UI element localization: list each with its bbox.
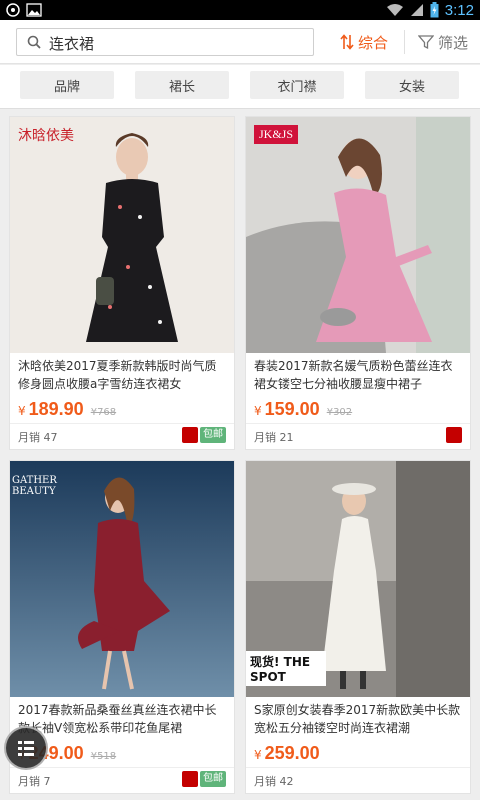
chip-brand[interactable]: 品牌 <box>20 71 114 99</box>
price-row: ¥ 159.00 ¥302 <box>254 399 352 420</box>
wifi-icon <box>386 4 403 16</box>
product-card[interactable]: 现货! THE SPOT S家原创女装春季2017新款欧美中长款宽松五分袖镂空时… <box>245 460 471 794</box>
monthly-sales: 月销 42 <box>254 775 294 788</box>
tmall-cat-icon <box>182 771 198 787</box>
search-icon <box>27 35 41 49</box>
divider <box>10 767 234 768</box>
brand-logo: JK&JS <box>254 125 299 144</box>
list-grid-icon <box>18 741 34 756</box>
product-title: 沐晗依美2017夏季新款韩版时尚气质修身圆点收腰a字雪纺连衣裙女 <box>18 359 217 391</box>
filter-chip-bar: 品牌 裙长 衣门襟 女装 <box>0 65 480 109</box>
product-image[interactable]: 沐晗依美 <box>10 117 234 353</box>
product-card[interactable]: 沐晗依美 沐晗依美2017夏季新款韩版时尚气质修身圆点收腰a字雪纺连衣裙女 ¥ … <box>9 116 235 450</box>
original-price: ¥518 <box>90 751 117 762</box>
free-shipping-badge: 包邮 <box>200 771 226 787</box>
tmall-cat-icon <box>446 427 462 443</box>
chip-placket[interactable]: 衣门襟 <box>250 71 344 99</box>
search-query: 连衣裙 <box>49 35 95 53</box>
chip-skirt-length[interactable]: 裙长 <box>135 71 229 99</box>
product-title: 春装2017新款名媛气质粉色蕾丝连衣裙女镂空七分袖收腰显瘦中裙子 <box>254 359 453 391</box>
sort-arrows-icon <box>340 34 354 50</box>
original-price: ¥302 <box>326 407 353 418</box>
divider <box>10 423 234 424</box>
image-icon <box>26 3 42 17</box>
product-title: S家原创女装春季2017新款欧美中长款宽松五分袖镂空时尚连衣裙潮 <box>254 703 461 735</box>
product-price: 189.90 <box>28 399 84 419</box>
product-card[interactable]: JK&JS 春装2017新款名媛气质粉色蕾丝连衣裙女镂空七分袖收腰显瘦中裙子 ¥… <box>245 116 471 450</box>
divider <box>246 423 470 424</box>
divider <box>404 30 405 54</box>
original-price: ¥768 <box>90 407 117 418</box>
price-row: ¥ 259.00 <box>254 743 320 764</box>
signal-icon <box>410 4 423 16</box>
badge-group <box>446 427 462 443</box>
product-title: 2017春款新品桑蚕丝真丝连衣裙中长款长袖V领宽松系带印花鱼尾裙 <box>18 703 217 735</box>
brand-logo: GATHER BEAUTY <box>12 475 57 497</box>
sort-label: 综合 <box>358 33 389 52</box>
shield-icon <box>6 3 20 17</box>
divider <box>246 767 470 768</box>
currency-symbol: ¥ <box>254 404 262 418</box>
tmall-cat-icon <box>182 427 198 443</box>
currency-symbol: ¥ <box>18 404 26 418</box>
search-header: 连衣裙 综合 筛选 <box>0 20 480 64</box>
badge-group: 包邮 <box>182 427 226 443</box>
promo-label: 现货! THE SPOT <box>246 651 326 686</box>
battery-icon <box>430 2 439 18</box>
clock: 3:12 <box>444 1 474 19</box>
monthly-sales: 月销 47 <box>18 431 58 444</box>
product-image[interactable]: JK&JS <box>246 117 470 353</box>
filter-funnel-icon <box>418 35 434 50</box>
view-toggle-button[interactable] <box>4 726 48 770</box>
search-input[interactable]: 连衣裙 <box>16 28 314 56</box>
filter-label: 筛选 <box>438 33 469 52</box>
badge-group: 包邮 <box>182 771 226 787</box>
price-row: ¥ 189.90 ¥768 <box>18 399 116 420</box>
monthly-sales: 月销 7 <box>18 775 51 788</box>
currency-symbol: ¥ <box>254 748 262 762</box>
monthly-sales: 月销 21 <box>254 431 294 444</box>
status-bar: 3:12 <box>0 0 480 20</box>
free-shipping-badge: 包邮 <box>200 427 226 443</box>
sort-button[interactable]: 综合 <box>340 30 388 54</box>
product-price: 159.00 <box>264 399 320 419</box>
chip-womenswear[interactable]: 女装 <box>365 71 459 99</box>
brand-logo: 沐晗依美 <box>18 128 74 144</box>
product-image[interactable]: 现货! THE SPOT <box>246 461 470 697</box>
filter-button[interactable]: 筛选 <box>418 30 468 54</box>
product-image[interactable]: GATHER BEAUTY <box>10 461 234 697</box>
product-price: 259.00 <box>264 743 320 763</box>
